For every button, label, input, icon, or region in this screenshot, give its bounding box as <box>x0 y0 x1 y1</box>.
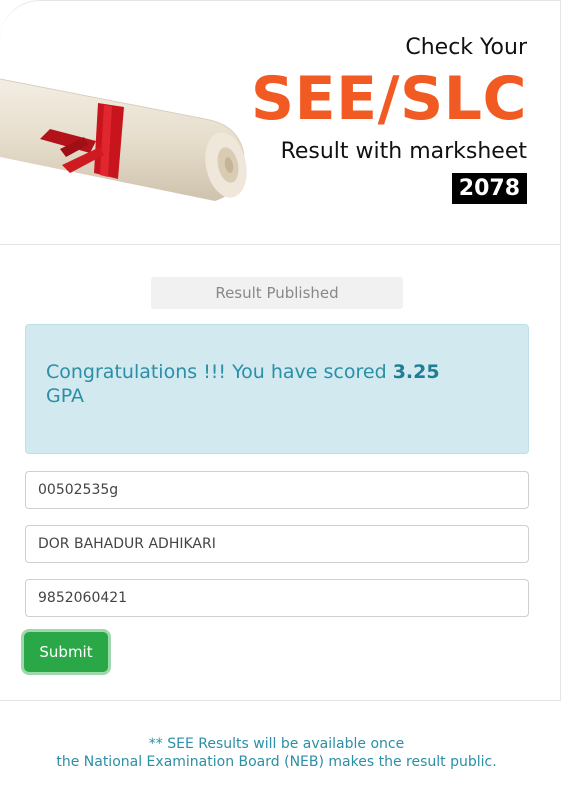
result-alert: Congratulations !!! You have scored 3.25… <box>25 324 529 454</box>
symbol-number-field[interactable]: 00502535g <box>25 471 529 509</box>
phone-number-field[interactable]: 9852060421 <box>25 579 529 617</box>
footer-line-1: ** SEE Results will be available once <box>148 736 405 752</box>
status-badge: Result Published <box>151 277 403 309</box>
hero-line-see-slc: SEE/SLC <box>250 64 527 134</box>
hero-line-check-your: Check Your <box>405 35 527 60</box>
hero-header: Check Your SEE/SLC Result with marksheet… <box>0 1 561 245</box>
alert-suffix: GPA <box>46 385 84 407</box>
year-badge: 2078 <box>451 173 527 204</box>
hero-title-block: Check Your SEE/SLC Result with marksheet… <box>251 33 527 204</box>
hero-line-result-with-marksheet: Result with marksheet <box>280 139 527 164</box>
footer-line-2: the National Examination Board (NEB) mak… <box>56 754 497 770</box>
gpa-value: 3.25 <box>392 361 440 383</box>
result-card: Check Your SEE/SLC Result with marksheet… <box>0 0 561 701</box>
diploma-scroll-icon <box>0 78 247 201</box>
footer-note: ** SEE Results will be available once th… <box>0 735 553 771</box>
student-name-field[interactable]: DOR BAHADUR ADHIKARI <box>25 525 529 563</box>
alert-prefix: Congratulations !!! You have scored <box>46 361 393 383</box>
submit-button[interactable]: Submit <box>24 632 108 672</box>
